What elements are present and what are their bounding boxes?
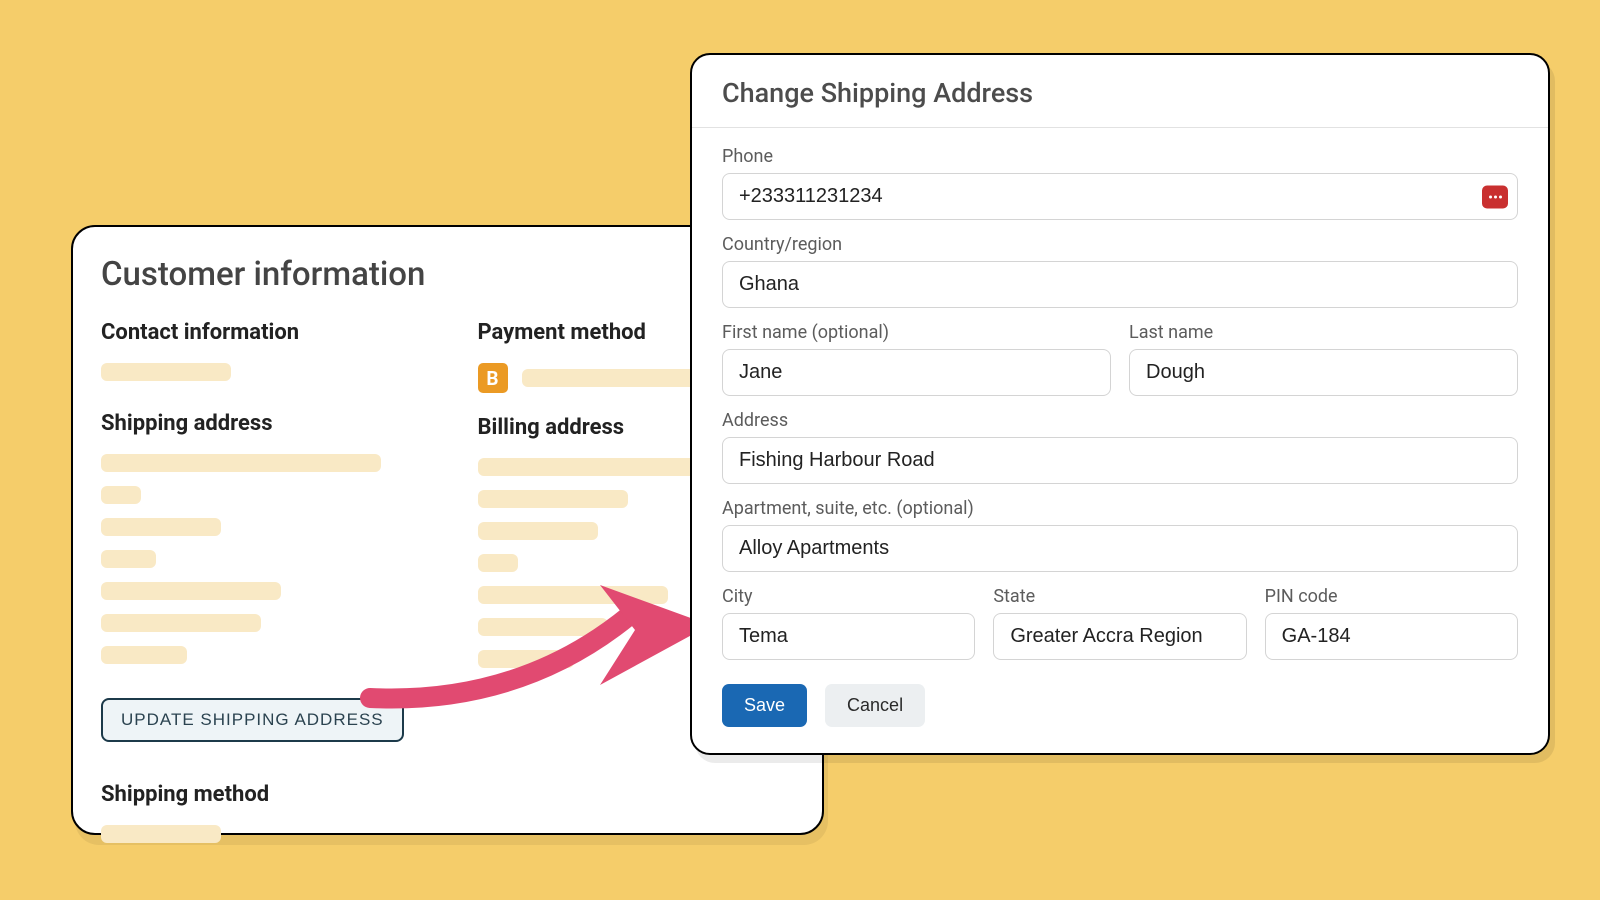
skeleton-line: [101, 825, 221, 843]
pin-code-field: PIN code: [1265, 586, 1518, 660]
save-button[interactable]: Save: [722, 684, 807, 727]
pin-code-input[interactable]: [1265, 613, 1518, 660]
country-field: Country/region: [722, 234, 1518, 308]
apartment-field: Apartment, suite, etc. (optional): [722, 498, 1518, 572]
contact-info-heading: Contact information: [101, 320, 418, 345]
address-input[interactable]: [722, 437, 1518, 484]
country-label: Country/region: [722, 234, 1518, 255]
modal-title: Change Shipping Address: [722, 77, 1518, 109]
change-shipping-address-modal: Change Shipping Address Phone Country/re…: [690, 53, 1550, 755]
phone-field: Phone: [722, 146, 1518, 220]
left-column: Contact information Shipping address UPD…: [101, 314, 418, 857]
modal-header: Change Shipping Address: [692, 55, 1548, 128]
skeleton-line: [101, 646, 187, 664]
skeleton-line: [478, 490, 628, 508]
country-input[interactable]: [722, 261, 1518, 308]
first-name-label: First name (optional): [722, 322, 1111, 343]
state-input[interactable]: [993, 613, 1246, 660]
skeleton-line: [478, 618, 608, 636]
apartment-label: Apartment, suite, etc. (optional): [722, 498, 1518, 519]
first-name-input[interactable]: [722, 349, 1111, 396]
payment-brand-icon: B: [478, 363, 508, 393]
city-input[interactable]: [722, 613, 975, 660]
pin-code-label: PIN code: [1265, 586, 1518, 607]
skeleton-line: [101, 518, 221, 536]
shipping-address-heading: Shipping address: [101, 411, 418, 436]
address-field: Address: [722, 410, 1518, 484]
skeleton-line: [478, 586, 668, 604]
city-field: City: [722, 586, 975, 660]
skeleton-line: [101, 614, 261, 632]
modal-actions: Save Cancel: [722, 684, 1518, 727]
skeleton-line: [478, 554, 518, 572]
state-label: State: [993, 586, 1246, 607]
skeleton-line: [101, 582, 281, 600]
city-label: City: [722, 586, 975, 607]
phone-input[interactable]: [722, 173, 1518, 220]
skeleton-line: [101, 486, 141, 504]
phone-label: Phone: [722, 146, 1518, 167]
last-name-label: Last name: [1129, 322, 1518, 343]
shipping-method-heading: Shipping method: [101, 782, 418, 807]
state-field: State: [993, 586, 1246, 660]
first-name-field: First name (optional): [722, 322, 1111, 396]
skeleton-line: [478, 522, 598, 540]
modal-body: Phone Country/region First name (optiona…: [692, 128, 1548, 753]
skeleton-line: [101, 550, 156, 568]
address-label: Address: [722, 410, 1518, 431]
skeleton-line: [478, 650, 574, 668]
skeleton-line: [101, 454, 381, 472]
skeleton-line: [101, 363, 231, 381]
password-manager-icon[interactable]: [1482, 185, 1508, 208]
update-shipping-address-button[interactable]: UPDATE SHIPPING ADDRESS: [101, 698, 404, 742]
apartment-input[interactable]: [722, 525, 1518, 572]
last-name-input[interactable]: [1129, 349, 1518, 396]
last-name-field: Last name: [1129, 322, 1518, 396]
cancel-button[interactable]: Cancel: [825, 684, 925, 727]
